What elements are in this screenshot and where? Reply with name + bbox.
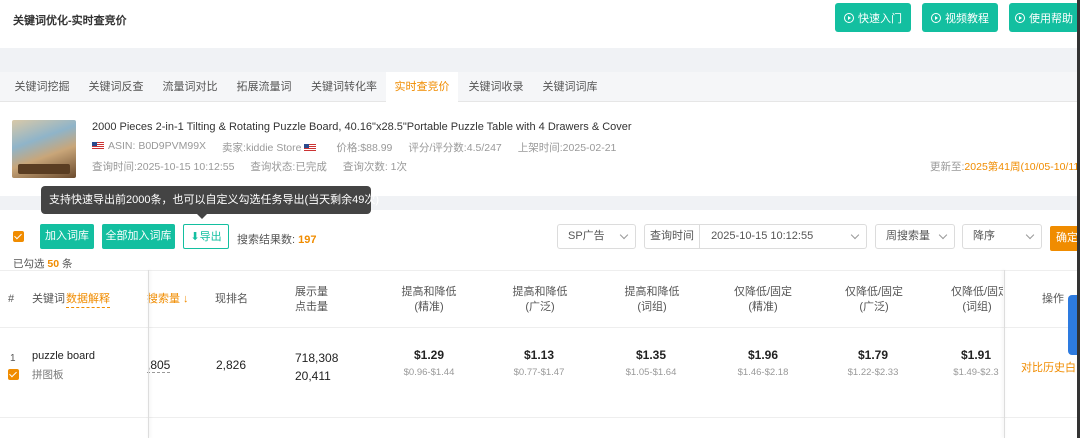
row-checkbox[interactable]: [8, 369, 19, 380]
seller: 卖家:kiddie Store: [222, 140, 320, 155]
chevron-down-icon: [938, 230, 948, 240]
tab-conversion-rate[interactable]: 关键词转化率: [302, 72, 386, 102]
add-to-library-button[interactable]: 加入词库: [40, 224, 94, 249]
play-circle-icon: [931, 12, 941, 23]
col-impressions-clicks: 展示量 点击量: [295, 286, 328, 313]
compare-history-link[interactable]: 对比历史白: [1021, 359, 1076, 375]
add-all-to-library-button[interactable]: 全部加入词库: [102, 224, 175, 249]
product-title: 2000 Pieces 2-in-1 Tilting & Rotating Pu…: [92, 121, 632, 133]
product-meta: ASIN: B0D9PVM99X 卖家:kiddie Store 价格:$88.…: [92, 140, 616, 155]
confirm-button[interactable]: 确定: [1050, 226, 1080, 251]
selected-count: 已勾选 50 条: [13, 258, 73, 270]
fixed-column-shadow: [148, 270, 149, 438]
product-image: [12, 120, 76, 178]
down-broad-cell: $1.79 $1.22-$2.33: [847, 348, 899, 378]
page-title: 关键词优化-实时查竞价: [13, 15, 127, 27]
col-search-volume[interactable]: 搜索量 ↓: [147, 292, 189, 307]
us-flag-icon: [92, 142, 104, 150]
download-icon: ⬇: [190, 231, 200, 243]
export-tooltip: 支持快速导出前2000条，也可以自定义勾选任务导出(当天剩余49次): [41, 186, 379, 219]
us-flag-icon: [304, 144, 317, 152]
tab-bar: 关键词挖掘 关键词反查 流量词对比 拓展流量词 关键词转化率 实时查竞价 关键词…: [0, 72, 1080, 102]
fixed-right-column-shadow: [1004, 270, 1005, 438]
tab-keyword-library[interactable]: 关键词词库: [534, 72, 606, 102]
tab-keyword-mining[interactable]: 关键词挖掘: [6, 72, 78, 102]
rank-value: 2,826: [216, 358, 247, 372]
col-down-phrase: 仅降低/固定(词组): [951, 286, 1003, 313]
col-action: 操作: [1042, 293, 1064, 305]
raise-broad-cell: $1.13 $0.77-$1.47: [513, 348, 565, 378]
help-circle-icon: [1015, 12, 1025, 23]
down-exact-cell: $1.96 $1.46-$2.18: [737, 348, 789, 378]
page-header: 关键词优化-实时查竞价 快速入门 视频教程 使用帮助: [0, 0, 1080, 48]
ad-type-select[interactable]: SP广告: [557, 224, 636, 249]
table-row: 1 puzzle board 拼图板 ,805 2,826 718,308 20,…: [0, 328, 1080, 418]
col-rank: 现排名: [215, 293, 248, 305]
row-index: 1: [10, 353, 16, 364]
raise-phrase-cell: $1.35 $1.05-$1.64: [625, 348, 677, 378]
keyword-text[interactable]: puzzle board: [32, 350, 95, 362]
chevron-down-icon: [1025, 230, 1035, 240]
listed-date: 上架时间:2025-02-21: [517, 142, 617, 154]
price: 价格:$88.99: [336, 142, 393, 154]
quick-start-button[interactable]: 快速入门: [835, 3, 911, 32]
query-meta: 查询时间:2025-10-15 10:12:55 查询状态:已完成 查询次数: …: [92, 159, 407, 174]
select-all-checkbox[interactable]: [13, 231, 24, 242]
down-phrase-cell: $1.91 $1.49-$2.3: [953, 348, 999, 378]
query-time: 查询时间:2025-10-15 10:12:55: [92, 161, 235, 173]
tab-keyword-reverse[interactable]: 关键词反查: [80, 72, 152, 102]
rating: 评分/评分数:4.5/247: [408, 142, 502, 154]
data-explain-link[interactable]: 数据解释: [66, 292, 110, 308]
col-down-exact: 仅降低/固定 (精准): [733, 286, 793, 313]
help-button[interactable]: 使用帮助: [1009, 3, 1079, 32]
sort-field-select[interactable]: 周搜索量: [875, 224, 955, 249]
query-status: 查询状态:已完成: [250, 161, 327, 173]
play-circle-icon: [844, 12, 854, 23]
col-raise-phrase: 提高和降低 (词组): [624, 286, 680, 313]
video-tutorial-button[interactable]: 视频教程: [922, 3, 998, 32]
table-header: # 关键词 数据解释 搜索量 ↓ 现排名 展示量 点击量 提高和降低 (精准) 提高…: [0, 270, 1080, 328]
tab-realtime-bid[interactable]: 实时查竞价: [386, 72, 458, 102]
product-info: 2000 Pieces 2-in-1 Tilting & Rotating Pu…: [0, 102, 1080, 196]
tab-keyword-index[interactable]: 关键词收录: [460, 72, 532, 102]
tab-traffic-compare[interactable]: 流量词对比: [154, 72, 226, 102]
query-count: 查询次数: 1次: [342, 161, 408, 173]
result-count: 搜索结果数: 197: [237, 234, 317, 246]
sort-order-select[interactable]: 降序: [962, 224, 1042, 249]
chevron-down-icon: [619, 230, 629, 240]
col-down-broad: 仅降低/固定 (广泛): [844, 286, 904, 313]
chevron-down-icon: [850, 230, 860, 240]
raise-exact-cell: $1.29 $0.96-$1.44: [403, 348, 455, 378]
keyword-translation: 拼图板: [32, 369, 64, 381]
col-raise-broad: 提高和降低 (广泛): [512, 286, 568, 313]
tab-expand-traffic[interactable]: 拓展流量词: [228, 72, 300, 102]
search-volume-value[interactable]: ,805: [147, 358, 171, 373]
query-time-select[interactable]: 查询时间 2025-10-15 10:12:55: [644, 224, 867, 249]
col-index: #: [8, 293, 15, 305]
col-raise-exact: 提高和降低 (精准): [401, 286, 457, 313]
impressions-clicks-value: 718,308 20,411: [295, 351, 339, 383]
col-keyword: 关键词: [32, 293, 65, 305]
results-panel: 加入词库 全部加入词库 ⬇导出 搜索结果数: 197 已勾选 50 条 SP广告…: [0, 210, 1080, 438]
updated-to: 更新至:2025第41周(10/05-10/11: [930, 161, 1080, 173]
export-button[interactable]: ⬇导出: [183, 224, 229, 249]
asin[interactable]: ASIN: B0D9PVM99X: [92, 140, 206, 155]
